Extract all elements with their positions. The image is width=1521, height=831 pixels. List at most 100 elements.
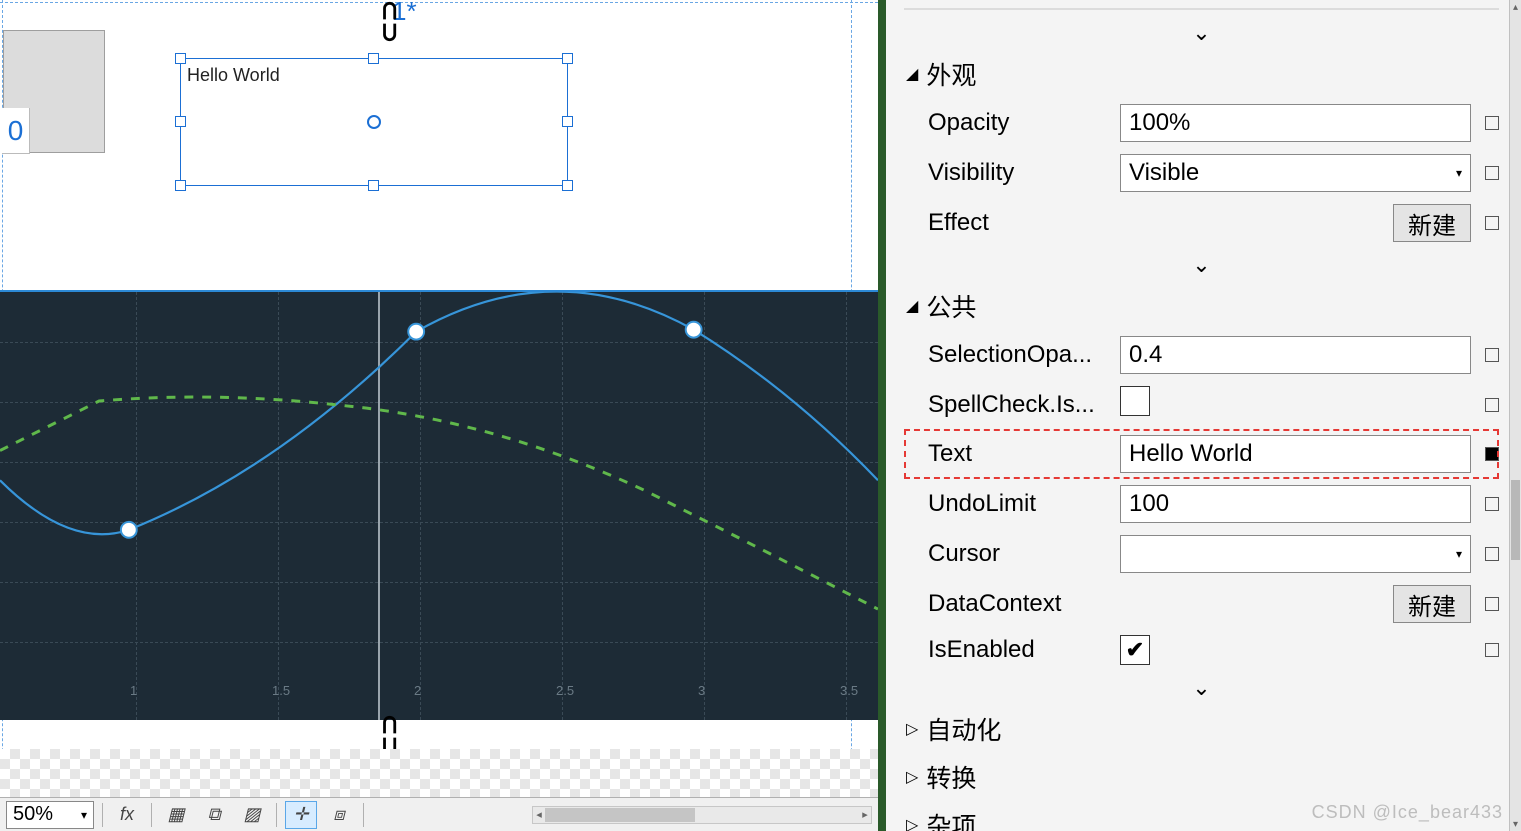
panel-toolbar	[904, 8, 1499, 10]
scroll-down-icon[interactable]: ▾	[1510, 817, 1521, 831]
scrollbar-thumb[interactable]	[1511, 480, 1520, 560]
chevron-down-icon: ▾	[1456, 166, 1462, 180]
designer-canvas[interactable]: 1* ⊂⊃ 0 Hello World	[0, 0, 886, 831]
property-marker[interactable]	[1485, 216, 1499, 230]
separator	[363, 803, 364, 827]
resize-handle-nw[interactable]	[175, 53, 186, 64]
category-transform[interactable]: ▷ 转换	[904, 753, 1499, 801]
prop-label: UndoLimit	[928, 490, 1106, 518]
property-marker[interactable]	[1485, 547, 1499, 561]
expand-icon: ▷	[906, 767, 918, 787]
row-undo-limit: UndoLimit 100	[904, 479, 1499, 529]
selection-opacity-input[interactable]: 0.4	[1120, 336, 1471, 374]
scrollbar-thumb[interactable]	[545, 808, 695, 822]
expand-icon: ◢	[906, 296, 918, 316]
axis-tick: 2	[414, 683, 421, 698]
prop-label: DataContext	[928, 590, 1106, 618]
property-marker[interactable]	[1485, 447, 1499, 461]
scroll-right-icon[interactable]: ▸	[857, 807, 873, 823]
zoom-combo[interactable]: 50% ▾	[6, 801, 94, 829]
category-label: 外观	[926, 56, 976, 92]
effects-grid-button[interactable]: ▨	[236, 801, 268, 829]
horizontal-scrollbar[interactable]: ◂ ▸	[532, 806, 872, 824]
keyframe-point[interactable]	[408, 324, 424, 340]
link-icon: ⊂⊃	[374, 0, 405, 43]
axis-tick: 1.5	[272, 683, 290, 698]
prop-label: Opacity	[928, 109, 1106, 137]
property-marker[interactable]	[1485, 116, 1499, 130]
category-common[interactable]: ◢ 公共	[904, 282, 1499, 330]
expand-icon: ▷	[906, 719, 918, 739]
isenabled-checkbox[interactable]: ✔	[1120, 635, 1150, 665]
scroll-up-icon[interactable]: ▴	[1510, 0, 1521, 14]
row-cursor: Cursor ▾	[904, 529, 1499, 579]
axis-tick: 2.5	[556, 683, 574, 698]
property-marker[interactable]	[1485, 398, 1499, 412]
resize-handle-s[interactable]	[368, 180, 379, 191]
properties-panel: ⌄ ◢ 外观 Opacity 100% Visibility Visible ▾	[886, 0, 1521, 831]
prop-label: Text	[928, 440, 1106, 468]
ruler-top	[0, 0, 878, 3]
snap-lines-button[interactable]: ✛	[285, 801, 317, 829]
zoom-value: 50%	[13, 803, 53, 826]
cursor-combo[interactable]: ▾	[1120, 535, 1471, 573]
collapse-section-button[interactable]: ⌄	[904, 248, 1499, 282]
timeline-chart[interactable]: 1 1.5 2 2.5 3 3.5	[0, 290, 878, 720]
grid-view-button[interactable]: ▦	[160, 801, 192, 829]
resize-handle-se[interactable]	[562, 180, 573, 191]
row-opacity: Opacity 100%	[904, 98, 1499, 148]
textbox-text: Hello World	[187, 65, 280, 86]
keyframe-point[interactable]	[121, 522, 137, 538]
category-label: 转换	[926, 759, 976, 795]
expand-icon: ▷	[906, 815, 918, 831]
collapse-section-button[interactable]: ⌄	[904, 671, 1499, 705]
undo-limit-input[interactable]: 100	[1120, 485, 1471, 523]
row-spellcheck: SpellCheck.Is...	[904, 380, 1499, 429]
spellcheck-checkbox[interactable]	[1120, 386, 1150, 416]
keyframe-point[interactable]	[686, 322, 702, 338]
property-marker[interactable]	[1485, 643, 1499, 657]
resize-handle-w[interactable]	[175, 116, 186, 127]
visibility-combo[interactable]: Visible ▾	[1120, 154, 1471, 192]
axis-tick: 3	[698, 683, 705, 698]
opacity-input[interactable]: 100%	[1120, 104, 1471, 142]
chevron-down-icon: ▾	[81, 808, 87, 822]
snap-button[interactable]: ⧉	[198, 801, 230, 829]
category-appearance[interactable]: ◢ 外观	[904, 50, 1499, 98]
category-misc[interactable]: ▷ 杂项	[904, 801, 1499, 831]
panel-vertical-scrollbar[interactable]: ▴ ▾	[1509, 0, 1521, 831]
fx-button[interactable]: fx	[111, 801, 143, 829]
resize-handle-e[interactable]	[562, 116, 573, 127]
prop-label: IsEnabled	[928, 636, 1106, 664]
series-green	[0, 397, 878, 609]
property-marker[interactable]	[1485, 166, 1499, 180]
property-marker[interactable]	[1485, 348, 1499, 362]
row-datacontext: DataContext 新建	[904, 579, 1499, 629]
resize-handle-n[interactable]	[368, 53, 379, 64]
resize-handle-ne[interactable]	[562, 53, 573, 64]
collapse-section-button[interactable]: ⌄	[904, 16, 1499, 50]
chart-svg	[0, 292, 878, 718]
datacontext-new-button[interactable]: 新建	[1393, 585, 1471, 623]
category-label: 自动化	[926, 711, 1001, 747]
row-text: Text Hello World	[904, 429, 1499, 479]
property-marker[interactable]	[1485, 497, 1499, 511]
overlay-button[interactable]: ⧈	[323, 801, 355, 829]
prop-label: Effect	[928, 209, 1106, 237]
prop-label: Cursor	[928, 540, 1106, 568]
transparency-checker	[0, 749, 878, 797]
row-visibility: Visibility Visible ▾	[904, 148, 1499, 198]
chevron-down-icon: ▾	[1456, 547, 1462, 561]
selected-textbox[interactable]: Hello World	[180, 58, 568, 186]
resize-handle-sw[interactable]	[175, 180, 186, 191]
separator	[102, 803, 103, 827]
prop-label: SelectionOpa...	[928, 341, 1106, 369]
category-label: 公共	[926, 288, 976, 324]
category-automation[interactable]: ▷ 自动化	[904, 705, 1499, 753]
property-marker[interactable]	[1485, 597, 1499, 611]
text-input[interactable]: Hello World	[1120, 435, 1471, 473]
effect-new-button[interactable]: 新建	[1393, 204, 1471, 242]
selection-center-handle[interactable]	[367, 115, 381, 129]
axis-tick: 3.5	[840, 683, 858, 698]
prop-label: Visibility	[928, 159, 1106, 187]
